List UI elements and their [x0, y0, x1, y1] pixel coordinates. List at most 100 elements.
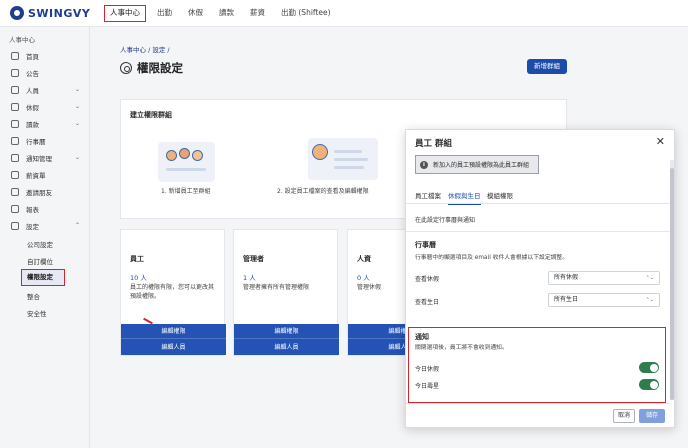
chevron-down-icon: ⌄ — [74, 103, 80, 110]
sidebar-item-leave[interactable]: 休假 ⌄ — [0, 100, 90, 113]
view-birthday-select[interactable]: 所有生日 ⌃⌄ — [548, 293, 660, 307]
sidebar-item-invite[interactable]: 邀請朋友 — [0, 185, 90, 198]
role-description: 員工的權限有限，您可以更改其預設權限。 — [130, 284, 215, 300]
today-leave-label: 今日休假 — [415, 366, 440, 373]
logo-icon — [10, 6, 24, 20]
nav-claims[interactable]: 讀款 — [211, 0, 242, 26]
top-navbar: SWINGVY 人事中心 出勤 休假 讀款 薪資 出勤 (Shiftee) — [0, 0, 688, 27]
notification-section — [408, 327, 666, 403]
step1-illustration — [158, 142, 215, 182]
nav-hr-center[interactable]: 人事中心 — [104, 4, 146, 22]
edit-members-button[interactable]: 編輯人員 — [121, 340, 226, 355]
modal-title: 員工 群組 — [415, 139, 452, 149]
close-icon[interactable]: ✕ — [656, 136, 665, 147]
edit-permissions-button[interactable]: 編輯權限 — [234, 324, 339, 339]
nav-attendance[interactable]: 出勤 — [149, 0, 180, 26]
view-leave-select[interactable]: 所有休假 ⌃⌄ — [548, 271, 660, 285]
tab-leave-birthday[interactable]: 休假與生日 — [448, 190, 481, 205]
nav-payroll[interactable]: 薪資 — [242, 0, 273, 26]
role-name: 管理者 — [243, 255, 264, 263]
sidebar-item-settings[interactable]: 設定 ⌃ — [0, 219, 90, 232]
cancel-button[interactable]: 取消 — [613, 409, 635, 423]
today-birthday-toggle[interactable] — [639, 379, 659, 390]
edit-members-button[interactable]: 編輯人員 — [234, 340, 339, 355]
tab-employee-profile[interactable]: 員工檔案 — [415, 190, 441, 200]
avatar — [192, 150, 203, 161]
step2-label: 2. 設定員工檔案的查看及編輯權限 — [277, 188, 369, 195]
role-member-count: 1 人 — [243, 274, 256, 282]
breadcrumb[interactable]: 人事中心 / 設定 / — [120, 44, 170, 54]
gear-icon — [11, 221, 19, 230]
megaphone-icon — [11, 68, 19, 77]
sidebar-sub-integrations[interactable]: 整合 — [27, 291, 40, 301]
new-group-button[interactable]: 新增群組 — [527, 59, 567, 74]
sidebar-item-people[interactable]: 人員 ⌄ — [0, 83, 90, 96]
today-birthday-label: 今日壽星 — [415, 383, 440, 390]
nav-leave[interactable]: 休假 — [180, 0, 211, 26]
role-card-employee: 員工 10 人 員工的權限有限，您可以更改其預設權限。 編輯權限 編輯人員 — [120, 229, 226, 356]
gear-icon — [120, 62, 132, 74]
sidebar-sub-company[interactable]: 公司設定 — [27, 239, 53, 249]
sidebar-item-announcements[interactable]: 公告 — [0, 66, 90, 79]
sidebar-header: 人事中心 — [9, 36, 35, 44]
save-button[interactable]: 儲存 — [639, 409, 665, 423]
info-icon: i — [420, 160, 428, 169]
step2-illustration — [308, 138, 378, 180]
sidebar: 人事中心 首頁 公告 人員 ⌄ 休假 ⌄ 讀款 ⌄ 行事曆 通知管理 ⌄ 薪資單 邀請朋… — [0, 27, 90, 448]
person-icon — [11, 85, 19, 94]
gift-icon — [11, 187, 19, 196]
sidebar-sub-custom-fields[interactable]: 自訂欄位 — [27, 256, 53, 266]
tab-module-permissions[interactable]: 模組權限 — [487, 190, 513, 200]
document-icon — [11, 170, 19, 179]
page-title: 權限設定 — [120, 60, 183, 76]
default-group-notice: i 新加入的員工預設權限為此員工群組 — [415, 155, 539, 174]
sidebar-item-home[interactable]: 首頁 — [0, 49, 90, 62]
sidebar-item-calendar[interactable]: 行事曆 — [0, 134, 90, 147]
home-icon — [11, 51, 19, 60]
chevron-updown-icon: ⌃⌄ — [645, 275, 654, 281]
chevron-down-icon: ⌄ — [74, 154, 80, 161]
modal-footer: 取消 儲存 — [406, 403, 670, 427]
chart-icon — [11, 204, 19, 213]
avatar — [179, 148, 190, 159]
sidebar-sub-security[interactable]: 安全性 — [27, 308, 47, 318]
brand-logo[interactable]: SWINGVY — [10, 6, 90, 20]
edit-permissions-button[interactable]: 編輯權限 — [121, 324, 226, 339]
role-name: 員工 — [130, 255, 144, 263]
calendar-icon — [11, 102, 19, 111]
build-card-title: 建立權限群組 — [130, 111, 172, 119]
avatar — [312, 144, 328, 160]
notification-section-subtitle: 關閉選項後，員工將不會收到通知。 — [415, 345, 508, 351]
wallet-icon — [11, 119, 19, 128]
chevron-updown-icon: ⌃⌄ — [645, 297, 654, 303]
calendar-section-subtitle: 行事曆中的顯選項目及 email 收件人會根據以下設定調整。 — [415, 255, 569, 261]
role-description: 管理者擁有所有管理權限 — [243, 284, 310, 291]
gear-icon — [11, 153, 19, 162]
chevron-up-icon: ⌃ — [74, 222, 80, 229]
sidebar-item-payslips[interactable]: 薪資單 — [0, 168, 90, 181]
step1-label: 1. 新增員工至群組 — [161, 188, 211, 195]
chevron-down-icon: ⌄ — [74, 86, 80, 93]
calendar-icon — [11, 136, 19, 145]
notification-section-title: 通知 — [415, 333, 429, 341]
sidebar-sub-permissions[interactable]: 權限設定 — [21, 269, 65, 286]
chevron-down-icon: ⌄ — [74, 120, 80, 127]
role-card-manager: 管理者 1 人 管理者擁有所有管理權限 編輯權限 編輯人員 — [233, 229, 339, 356]
sidebar-item-claims[interactable]: 讀款 ⌄ — [0, 117, 90, 130]
view-birthday-label: 查看生日 — [415, 299, 440, 306]
brand-name: SWINGVY — [28, 6, 91, 20]
main-nav: 人事中心 出勤 休假 讀款 薪資 出勤 (Shiftee) — [103, 0, 339, 26]
role-member-count: 0 人 — [357, 274, 370, 282]
modal-scroll-thumb[interactable] — [670, 168, 674, 400]
modal-tabs: 員工檔案 休假與生日 模組權限 — [406, 184, 670, 205]
group-settings-modal: 員工 群組 ✕ i 新加入的員工預設權限為此員工群組 員工檔案 休假與生日 模組… — [405, 129, 675, 428]
view-leave-label: 查看休假 — [415, 276, 440, 283]
calendar-section-title: 行事曆 — [415, 241, 436, 249]
nav-shiftee[interactable]: 出勤 (Shiftee) — [273, 0, 339, 26]
sidebar-item-reports[interactable]: 報表 — [0, 202, 90, 215]
role-member-count: 10 人 — [130, 274, 147, 282]
section-description: 在此設定行事曆與通知 — [415, 217, 476, 224]
avatar — [166, 150, 177, 161]
today-leave-toggle[interactable] — [639, 362, 659, 373]
sidebar-item-notifications[interactable]: 通知管理 ⌄ — [0, 151, 90, 164]
